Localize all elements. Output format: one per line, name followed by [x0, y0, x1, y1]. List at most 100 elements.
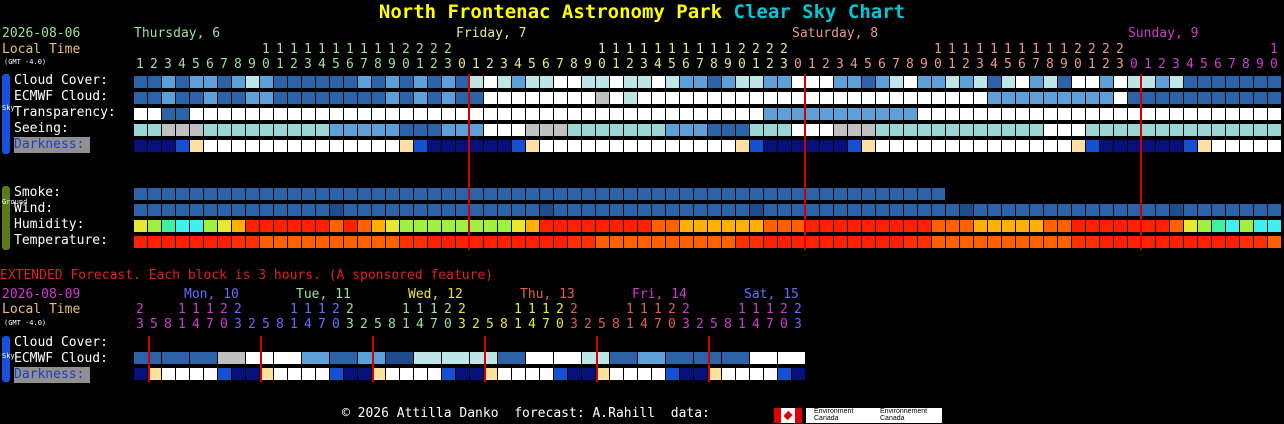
hour-units: 2 [962, 57, 970, 72]
hour-units: 7 [360, 57, 368, 72]
cell-seeing [554, 124, 567, 136]
cell-wind [1226, 204, 1239, 216]
cell-seeing [1016, 124, 1029, 136]
hour-tens: 2 [1102, 42, 1110, 57]
cell-smoke [372, 188, 385, 200]
ext-hour-tens: 2 [556, 302, 564, 317]
cell-wind [526, 204, 539, 216]
hour-units: 9 [584, 57, 592, 72]
cell-trans [1268, 108, 1281, 120]
cell-dark [1058, 140, 1071, 152]
cell-humid [442, 220, 455, 232]
cell-trans [1198, 108, 1211, 120]
cell-wind [288, 204, 301, 216]
cell-trans [1016, 108, 1029, 120]
cell-wind [918, 204, 931, 216]
ext-hour-tens: 1 [416, 302, 424, 317]
cell-temp [302, 236, 315, 248]
cell-ecmwf [834, 92, 847, 104]
cell-wind [834, 204, 847, 216]
cell-cloud [610, 76, 623, 88]
cell-wind [1268, 204, 1281, 216]
cell-seeing [848, 124, 861, 136]
cell-seeing [1198, 124, 1211, 136]
cell-cloud [834, 76, 847, 88]
cell-seeing [1086, 124, 1099, 136]
cell-trans [442, 108, 455, 120]
cell-humid [694, 220, 707, 232]
cell-temp [414, 236, 427, 248]
cell-trans [960, 108, 973, 120]
cell-seeing [302, 124, 315, 136]
cell-smoke [904, 188, 917, 200]
cell-cloud [204, 76, 217, 88]
cell-trans [1030, 108, 1043, 120]
cell-trans [260, 108, 273, 120]
cell-wind [624, 204, 637, 216]
cell-ecmwf [1114, 92, 1127, 104]
cell-ecmwf [582, 92, 595, 104]
cell-ecmwf [190, 92, 203, 104]
cell-wind [1016, 204, 1029, 216]
ext-cell-dark [610, 368, 623, 380]
cell-humid [960, 220, 973, 232]
cell-trans [386, 108, 399, 120]
cell-humid [652, 220, 665, 232]
cell-humid [414, 220, 427, 232]
cell-humid [1254, 220, 1267, 232]
ext-midnight-line [484, 336, 486, 382]
cell-humid [484, 220, 497, 232]
cell-humid [1226, 220, 1239, 232]
cell-ecmwf [526, 92, 539, 104]
cell-ecmwf [540, 92, 553, 104]
cell-cloud [526, 76, 539, 88]
cell-wind [736, 204, 749, 216]
cell-wind [274, 204, 287, 216]
cell-cloud [316, 76, 329, 88]
ext-cell-dark [288, 368, 301, 380]
cell-seeing [1142, 124, 1155, 136]
row-label-humid: Humidity: [14, 217, 85, 232]
cell-dark [1268, 140, 1281, 152]
cell-ecmwf [148, 92, 161, 104]
cell-humid [610, 220, 623, 232]
ext-cell-dark [750, 368, 763, 380]
cell-seeing [834, 124, 847, 136]
ext-cell-dark [764, 368, 777, 380]
cell-cloud [932, 76, 945, 88]
hour-tens: 1 [332, 42, 340, 57]
cell-dark [288, 140, 301, 152]
cell-humid [666, 220, 679, 232]
cell-temp [1100, 236, 1113, 248]
cell-seeing [442, 124, 455, 136]
hour-units: 2 [626, 57, 634, 72]
cell-temp [666, 236, 679, 248]
cell-wind [372, 204, 385, 216]
cell-seeing [932, 124, 945, 136]
cell-humid [596, 220, 609, 232]
row-label-cloud: Cloud Cover: [14, 73, 108, 88]
ext-cell-dark [470, 368, 483, 380]
cell-dark [1212, 140, 1225, 152]
cell-temp [1170, 236, 1183, 248]
hour-tens: 2 [416, 42, 424, 57]
cell-temp [540, 236, 553, 248]
cell-seeing [400, 124, 413, 136]
cell-dark [834, 140, 847, 152]
cell-wind [554, 204, 567, 216]
cell-wind [876, 204, 889, 216]
cell-ecmwf [316, 92, 329, 104]
cell-wind [904, 204, 917, 216]
cell-seeing [1114, 124, 1127, 136]
cell-temp [498, 236, 511, 248]
cell-cloud [736, 76, 749, 88]
cell-wind [344, 204, 357, 216]
cell-humid [540, 220, 553, 232]
ext-cell-dark [218, 368, 231, 380]
cell-smoke [302, 188, 315, 200]
cell-seeing [512, 124, 525, 136]
cell-trans [526, 108, 539, 120]
cell-smoke [624, 188, 637, 200]
cell-dark [722, 140, 735, 152]
cell-dark [260, 140, 273, 152]
